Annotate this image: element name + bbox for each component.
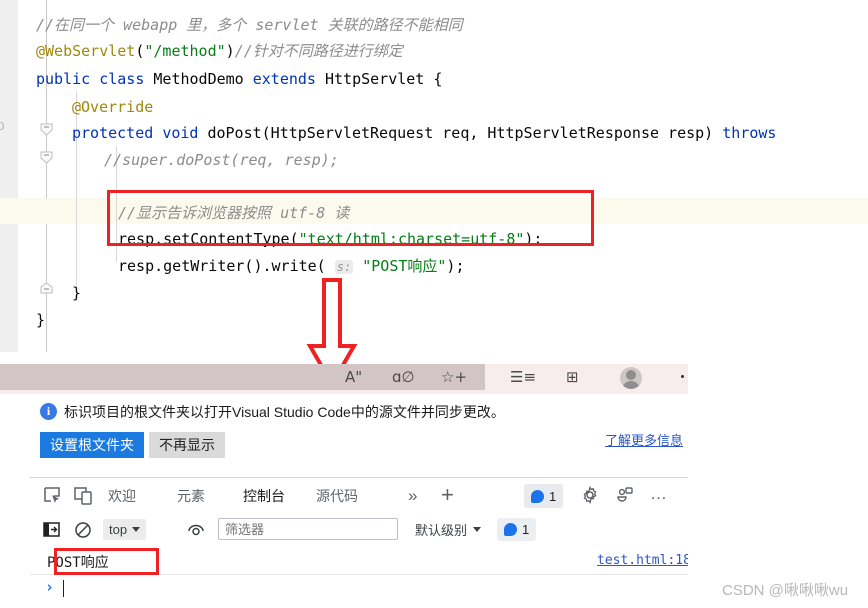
code-token-plain: doPost(HttpServletRequest req, HttpServl… [198,124,723,142]
code-line: //super.doPost(req, resp); [104,147,339,173]
console-text-cursor [63,580,64,597]
browser-overflow-dot[interactable] [681,375,684,378]
code-token-plain: MethodDemo [144,70,253,88]
device-toolbar-icon[interactable] [73,486,95,506]
code-token-kw: protected [72,124,154,142]
code-line: //在同一个 webapp 里，多个 servlet 关联的路径不能相同 [36,12,463,38]
console-issues-count: 1 [522,522,530,537]
console-filter-toolbar[interactable]: top 默认级别 1 [30,514,688,547]
code-annotation-box [107,190,594,246]
collections-icon[interactable]: ⊞ [566,368,579,386]
code-line: protected void doPost(HttpServletRequest… [72,120,776,146]
code-text-layer[interactable]: //在同一个 webapp 里，多个 servlet 关联的路径不能相同 @Web… [0,0,868,352]
infobar-message: 标识项目的根文件夹以打开Visual Studio Code中的源文件并同步更改… [64,404,505,420]
tab-welcome[interactable]: 欢迎 [108,485,136,513]
immersive-reader-icon[interactable]: ɑ∅ [392,368,415,386]
code-token-kw: class [99,70,145,88]
code-token-kw: void [162,124,199,142]
code-token-plain: ) [225,42,235,60]
issues-count-label: 1 [549,488,557,504]
add-tab-icon[interactable]: + [441,482,454,508]
edge-browser-toolbar[interactable]: A" ɑ∅ ☆+ ☰≡ ⊞ [0,364,688,394]
issue-bubble-icon [504,523,517,536]
code-token-plain: ); [446,257,465,275]
more-tabs-icon[interactable]: » [408,486,417,506]
code-line: @Override [72,94,153,120]
add-favorite-icon[interactable]: ☆+ [441,368,467,386]
console-prompt-row[interactable]: › [30,576,688,602]
csdn-watermark: CSDN @啾啾啾wu [722,582,849,599]
code-line: } [36,307,45,333]
code-token-kw: public [36,70,91,88]
learn-more-link[interactable]: 了解更多信息 [605,430,683,449]
code-token-cmt: //super.doPost(req, resp); [104,151,339,169]
console-annotation-box [54,548,159,575]
issues-counter-button[interactable]: 1 [524,484,564,508]
console-issues-button[interactable]: 1 [497,518,537,541]
devtools-tab-bar[interactable]: 欢迎 元素 控制台 源代码 » + 1 … [30,478,688,519]
code-token-plain: HttpServlet { [315,70,443,88]
live-expression-icon[interactable] [187,522,205,545]
chevron-down-icon [473,527,482,532]
code-token-str: "/method" [144,42,226,60]
profile-avatar[interactable] [620,367,642,389]
code-token-kw: throws [722,124,777,142]
console-prompt-icon: › [45,578,55,596]
devtools-workspace-infobar: i 标识项目的根文件夹以打开Visual Studio Code中的源文件并同步… [0,394,688,478]
tab-console[interactable]: 控制台 [239,485,289,519]
avatar-body [622,381,640,389]
code-line: } [72,280,81,306]
read-aloud-icon[interactable]: A" [345,368,362,386]
console-filter-input[interactable] [218,518,398,540]
dont-show-again-button[interactable]: 不再显示 [149,432,225,458]
code-token-cmt: //针对不同路径进行绑定 [234,42,403,60]
code-token-plain: resp.getWriter().write( [118,257,335,275]
favorites-list-icon[interactable]: ☰≡ [510,368,536,386]
tab-elements[interactable]: 元素 [177,485,205,513]
code-token-kw: extends [252,70,316,88]
code-token-hint: s: [334,260,354,274]
code-token-cmt: //在同一个 webapp 里，多个 servlet 关联的路径不能相同 [36,16,463,34]
issue-bubble-icon [531,489,544,503]
code-line: @WebServlet("/method")//针对不同路径进行绑定 [36,38,403,64]
inspect-element-icon[interactable] [42,486,64,506]
code-token-ann: @Override [72,98,154,116]
clear-console-icon[interactable] [74,521,92,544]
chevron-down-icon [132,527,141,532]
tab-sources[interactable]: 源代码 [316,485,358,513]
gear-icon[interactable] [581,485,599,509]
code-token-plain: } [36,311,46,329]
console-sidebar-toggle-icon[interactable] [43,521,61,544]
devtools-overflow-icon[interactable]: … [650,484,668,504]
code-token-ann: @WebServlet [36,42,136,60]
console-log-source-link[interactable]: test.html:18 [597,553,688,568]
set-root-folder-button[interactable]: 设置根文件夹 [40,432,144,458]
code-line: public class MethodDemo extends HttpServ… [36,66,442,92]
level-label: 默认级别 [415,523,468,538]
context-label: top [109,522,128,537]
ide-code-editor[interactable]: D //在同一个 webapp 里，多个 servlet 关联的路径不能相同 @W… [0,0,868,352]
customize-devtools-icon[interactable] [616,486,634,509]
code-line: resp.getWriter().write( s: "POST响应"); [118,253,464,279]
code-token-str: "POST响应" [362,257,447,275]
console-level-selector[interactable]: 默认级别 [415,519,482,540]
info-icon: i [40,403,57,420]
code-token-plain: } [72,284,82,302]
console-context-selector[interactable]: top [103,519,147,540]
avatar-head [626,370,636,380]
